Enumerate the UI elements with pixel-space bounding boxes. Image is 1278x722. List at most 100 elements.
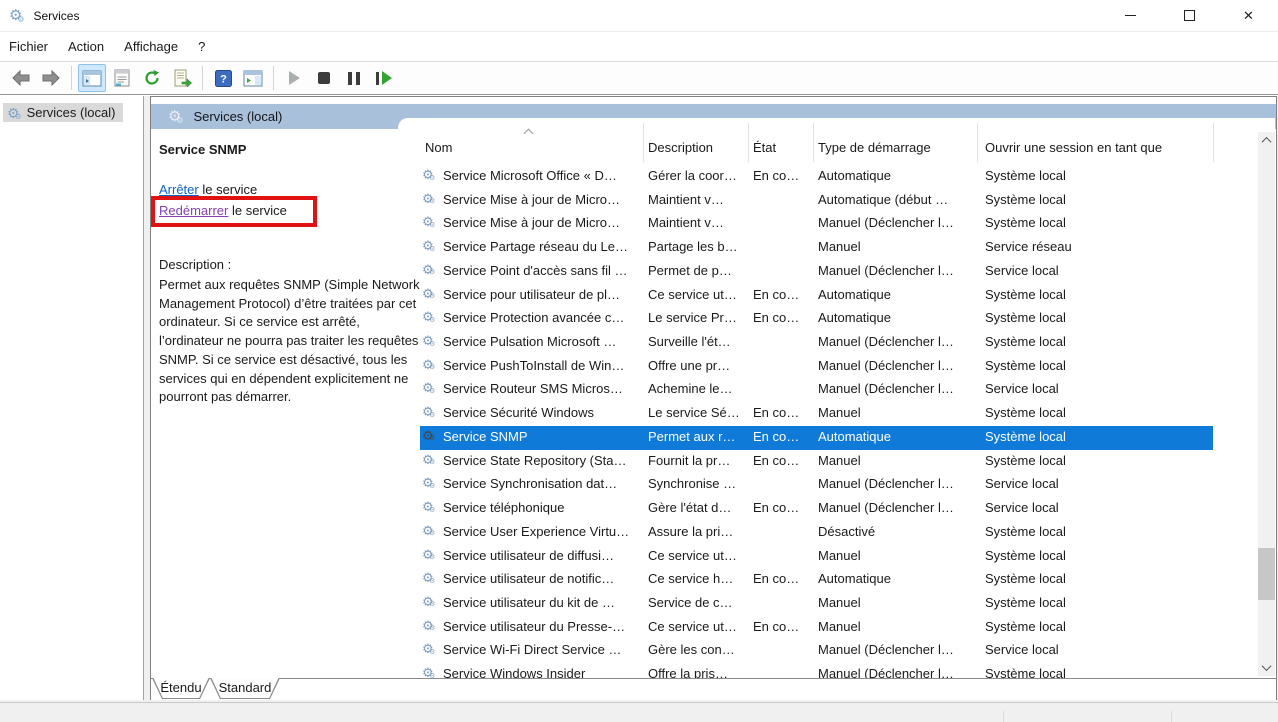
table-row[interactable]: Service Partage réseau du Le…Partage les… bbox=[420, 236, 1213, 260]
column-header-ouvrir-session[interactable]: Ouvrir une session en tant que bbox=[985, 140, 1162, 155]
export-list-icon[interactable] bbox=[168, 64, 196, 92]
table-row[interactable]: Service User Experience Virtu…Assure la … bbox=[420, 521, 1213, 545]
cell-logon: Système local bbox=[985, 571, 1205, 586]
table-row[interactable]: Service Protection avancée c…Le service … bbox=[420, 307, 1213, 331]
cell-name: Service utilisateur du Presse-… bbox=[443, 619, 645, 634]
cell-logon: Système local bbox=[985, 287, 1205, 302]
scroll-down-icon[interactable] bbox=[1258, 659, 1275, 676]
table-row[interactable]: Service Point d'accès sans fil …Permet d… bbox=[420, 260, 1213, 284]
cell-name: Service State Repository (Sta… bbox=[443, 453, 645, 468]
help-icon[interactable]: ? bbox=[209, 64, 237, 92]
column-header-type-demarrage[interactable]: Type de démarrage bbox=[818, 140, 931, 155]
tree-item-services-local[interactable]: Services (local) bbox=[3, 103, 123, 122]
cell-name: Service Microsoft Office « D… bbox=[443, 168, 645, 183]
table-row[interactable]: Service Mise à jour de Micro…Maintient v… bbox=[420, 212, 1213, 236]
column-header-nom[interactable]: Nom bbox=[425, 140, 452, 155]
restart-service-line: Redémarrer le service bbox=[159, 200, 287, 221]
table-row[interactable]: Service Wi-Fi Direct Service …Gère les c… bbox=[420, 639, 1213, 663]
cell-startup: Manuel (Déclencher l… bbox=[818, 263, 980, 278]
menu-action[interactable]: Action bbox=[58, 32, 114, 61]
column-separator[interactable] bbox=[748, 123, 749, 162]
cell-name: Service Pulsation Microsoft … bbox=[443, 334, 645, 349]
cell-description: Permet aux r… bbox=[648, 429, 748, 444]
table-row[interactable]: Service utilisateur du kit de …Service d… bbox=[420, 592, 1213, 616]
stop-service-icon[interactable] bbox=[310, 64, 338, 92]
scroll-up-icon[interactable] bbox=[1258, 132, 1275, 149]
table-row[interactable]: Service Synchronisation dat…Synchronise … bbox=[420, 473, 1213, 497]
cell-description: Gère les con… bbox=[648, 642, 748, 657]
pause-service-icon[interactable] bbox=[340, 64, 368, 92]
start-service-icon[interactable] bbox=[280, 64, 308, 92]
column-header-description[interactable]: Description bbox=[648, 140, 713, 155]
refresh-icon[interactable] bbox=[138, 64, 166, 92]
menu-affichage[interactable]: Affichage bbox=[114, 32, 188, 61]
menu-help[interactable]: ? bbox=[188, 32, 215, 61]
services-app-icon bbox=[9, 8, 22, 23]
service-gear-icon bbox=[422, 334, 434, 347]
restart-service-icon[interactable] bbox=[370, 64, 398, 92]
table-row[interactable]: Service State Repository (Sta…Fournit la… bbox=[420, 450, 1213, 474]
cell-logon: Système local bbox=[985, 524, 1205, 539]
cell-startup: Automatique bbox=[818, 310, 980, 325]
back-icon[interactable] bbox=[7, 64, 35, 92]
forward-icon[interactable] bbox=[37, 64, 65, 92]
tab-standard[interactable]: Standard bbox=[210, 678, 280, 699]
table-row[interactable]: Service Pulsation Microsoft …Surveille l… bbox=[420, 331, 1213, 355]
show-action-pane-icon[interactable] bbox=[239, 64, 267, 92]
table-row[interactable]: Service pour utilisateur de pl…Ce servic… bbox=[420, 284, 1213, 308]
tab-etendu[interactable]: Étendu bbox=[152, 678, 210, 699]
table-row[interactable]: Service Microsoft Office « D…Gérer la co… bbox=[420, 165, 1213, 189]
cell-logon: Système local bbox=[985, 453, 1205, 468]
minimize-button[interactable] bbox=[1101, 0, 1160, 31]
vertical-scrollbar[interactable] bbox=[1258, 132, 1275, 676]
cell-name: Service Sécurité Windows bbox=[443, 405, 645, 420]
table-row[interactable]: Service Windows InsiderOffre la pris…Man… bbox=[420, 663, 1213, 678]
cell-description: Offre une pr… bbox=[648, 358, 748, 373]
menu-fichier[interactable]: Fichier bbox=[0, 32, 58, 61]
column-header-etat[interactable]: État bbox=[753, 140, 776, 155]
cell-logon: Système local bbox=[985, 619, 1205, 634]
table-row[interactable]: Service utilisateur de notific…Ce servic… bbox=[420, 568, 1213, 592]
close-button[interactable]: ✕ bbox=[1219, 0, 1278, 31]
service-gear-icon bbox=[422, 595, 434, 608]
service-gear-icon bbox=[422, 548, 434, 561]
cell-startup: Manuel (Déclencher l… bbox=[818, 642, 980, 657]
restart-service-link[interactable]: Redémarrer bbox=[159, 203, 228, 218]
cell-description: Service de c… bbox=[648, 595, 748, 610]
column-separator[interactable] bbox=[977, 123, 978, 162]
column-separator[interactable] bbox=[1213, 123, 1214, 162]
cell-logon: Système local bbox=[985, 405, 1205, 420]
column-separator[interactable] bbox=[643, 123, 644, 162]
maximize-button[interactable] bbox=[1160, 0, 1219, 31]
table-row[interactable]: Service téléphoniqueGère l'état d…En co…… bbox=[420, 497, 1213, 521]
table-row[interactable]: Service Routeur SMS Micros…Achemine le…M… bbox=[420, 378, 1213, 402]
cell-description: Le service Pr… bbox=[648, 310, 748, 325]
services-main-panel: Services (local) Nom Description État Ty… bbox=[150, 96, 1277, 700]
table-row[interactable]: Service utilisateur du Presse-…Ce servic… bbox=[420, 616, 1213, 640]
table-row[interactable]: Service SNMPPermet aux r…En co…Automatiq… bbox=[420, 426, 1213, 450]
table-row[interactable]: Service Sécurité WindowsLe service Sé…En… bbox=[420, 402, 1213, 426]
table-row[interactable]: Service utilisateur de diffusi…Ce servic… bbox=[420, 545, 1213, 569]
service-gear-icon bbox=[422, 239, 434, 252]
cell-description: Ce service ut… bbox=[648, 287, 748, 302]
cell-state: En co… bbox=[753, 310, 815, 325]
cell-name: Service Point d'accès sans fil … bbox=[443, 263, 645, 278]
service-gear-icon bbox=[422, 476, 434, 489]
cell-logon: Service local bbox=[985, 500, 1205, 515]
cell-startup: Manuel bbox=[818, 595, 980, 610]
cell-description: Permet de p… bbox=[648, 263, 748, 278]
stop-service-suffix: le service bbox=[199, 182, 258, 197]
service-gear-icon bbox=[422, 168, 434, 181]
table-row[interactable]: Service Mise à jour de Micro…Maintient v… bbox=[420, 189, 1213, 213]
properties-icon[interactable] bbox=[108, 64, 136, 92]
scrollbar-thumb[interactable] bbox=[1258, 548, 1275, 600]
column-separator[interactable] bbox=[813, 123, 814, 162]
cell-description: Maintient v… bbox=[648, 215, 748, 230]
table-row[interactable]: Service PushToInstall de Win…Offre une p… bbox=[420, 355, 1213, 379]
cell-startup: Manuel (Déclencher l… bbox=[818, 215, 980, 230]
divider bbox=[1003, 711, 1004, 722]
service-gear-icon bbox=[422, 263, 434, 276]
stop-service-link[interactable]: Arrêter bbox=[159, 182, 199, 197]
service-gear-icon bbox=[422, 500, 434, 513]
show-console-tree-icon[interactable] bbox=[78, 64, 106, 92]
